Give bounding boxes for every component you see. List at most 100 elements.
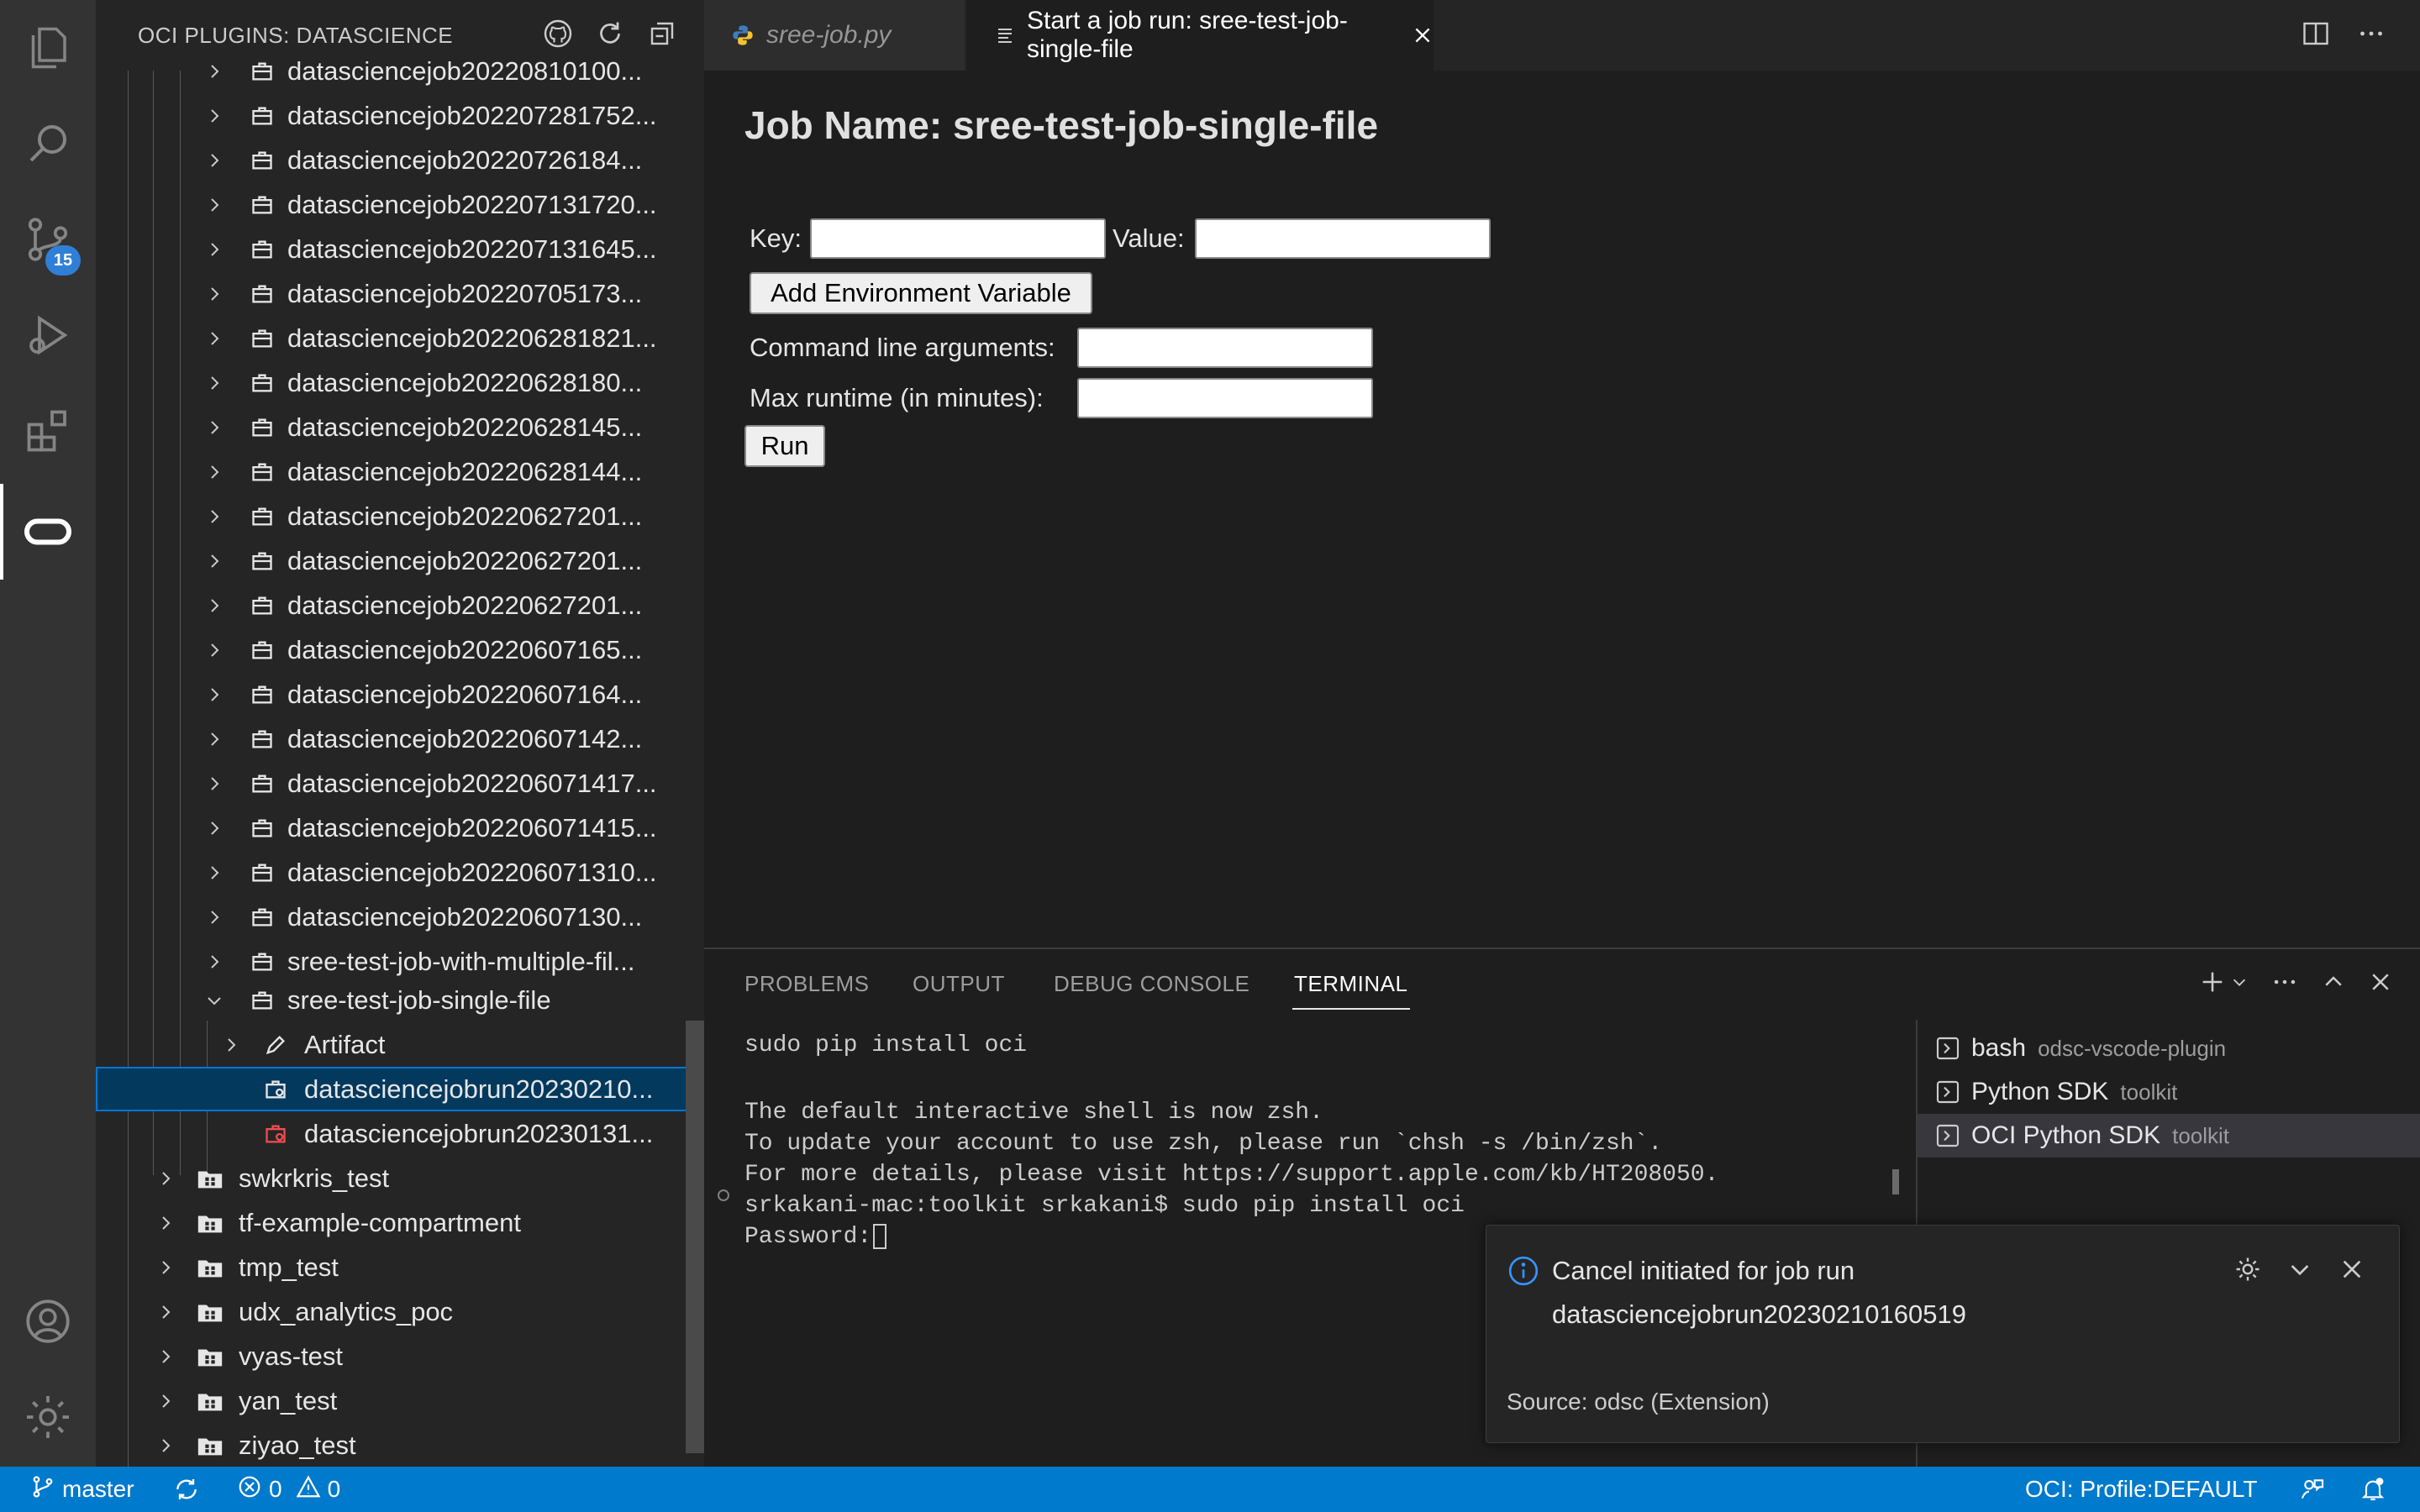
tree-job-expanded[interactable]: sree-test-job-single-file [96, 978, 704, 1022]
tree-job-item[interactable]: datasciencejob20220726184... [96, 138, 704, 182]
tree-job-item[interactable]: datasciencejob20220628145... [96, 405, 704, 449]
tree-artifact[interactable]: Artifact [96, 1022, 704, 1067]
refresh-icon[interactable] [593, 17, 627, 50]
chevron-right-icon [218, 1032, 244, 1058]
more-actions-icon[interactable] [2356, 18, 2386, 53]
oci-profile[interactable]: OCI: Profile:DEFAULT [2025, 1467, 2257, 1512]
tree-job-item[interactable]: datasciencejob20220627201... [96, 583, 704, 627]
close-icon[interactable] [2338, 1256, 2365, 1283]
tree-compartment-item[interactable]: udx_analytics_poc [96, 1289, 704, 1334]
tree-job-item[interactable]: datasciencejob202207131720... [96, 182, 704, 227]
tree-job-item[interactable]: datasciencejob20220628144... [96, 449, 704, 494]
run-button[interactable]: Run [744, 425, 825, 467]
search-icon[interactable] [0, 96, 96, 192]
collapse-all-icon[interactable] [645, 17, 679, 50]
python-icon [731, 24, 756, 47]
tab-start-job-run[interactable]: Start a job run: sree-test-job-single-fi… [966, 0, 1434, 71]
feedback-icon[interactable] [2299, 1467, 2326, 1512]
tree-job-item[interactable]: datasciencejob202206071415... [96, 806, 704, 850]
add-environment-variable-button[interactable]: Add Environment Variable [750, 272, 1092, 314]
tree-label: datasciencejobrun20230131... [304, 1118, 654, 1148]
briefcase-icon [247, 591, 277, 621]
accounts-icon[interactable] [0, 1273, 96, 1369]
tree-job-item[interactable]: datasciencejob202207281752... [96, 93, 704, 138]
chevron-down-icon[interactable] [2286, 1256, 2313, 1283]
chevron-right-icon [153, 1255, 178, 1280]
tab-output[interactable]: OUTPUT [913, 971, 1005, 997]
tree-job-item[interactable]: datasciencejob20220607130... [96, 895, 704, 939]
tree-compartment-item[interactable]: swkrkris_test [96, 1156, 704, 1200]
source-control-icon[interactable] [0, 192, 96, 287]
oci-icon[interactable] [0, 484, 96, 580]
tree-compartment-item[interactable]: yan_test [96, 1378, 704, 1423]
tree-job-item[interactable]: datasciencejob20220810100... [96, 49, 704, 93]
explorer-icon[interactable] [0, 0, 96, 96]
close-panel-icon[interactable] [2368, 969, 2393, 999]
max-runtime-input[interactable] [1077, 378, 1373, 418]
tree-job-item[interactable]: datasciencejob202206071310... [96, 850, 704, 895]
tree-label: datasciencejob20220726184... [287, 144, 643, 175]
run-debug-icon[interactable] [0, 287, 96, 383]
tree-job-run[interactable]: datasciencejobrun20230210... [96, 1067, 704, 1111]
tree-job-item[interactable]: datasciencejob20220607165... [96, 627, 704, 672]
key-input[interactable] [810, 218, 1106, 259]
tree-job-item[interactable]: datasciencejob202207131645... [96, 227, 704, 271]
tree-job-item[interactable]: datasciencejob202206071417... [96, 761, 704, 806]
tab-problems[interactable]: PROBLEMS [744, 971, 870, 997]
terminal-item-bash[interactable]: bash odsc-vscode-plugin [1918, 1026, 2420, 1070]
chevron-right-icon [202, 905, 227, 930]
terminal-scrollbar[interactable] [1892, 1169, 1899, 1194]
tab-sree-job-py[interactable]: sree-job.py [704, 0, 965, 71]
terminal-item-oci-python-sdk[interactable]: OCI Python SDK toolkit [1918, 1114, 2420, 1158]
problems-indicator[interactable]: 0 0 [237, 1467, 340, 1512]
split-editor-icon[interactable] [2301, 18, 2331, 53]
tree-job-item[interactable]: datasciencejob20220607164... [96, 672, 704, 717]
tree-job-item[interactable]: datasciencejob20220628180... [96, 360, 704, 405]
tree-label: yan_test [239, 1385, 338, 1415]
tree-job-item[interactable]: datasciencejob20220627201... [96, 538, 704, 583]
chevron-down-icon[interactable] [2230, 973, 2249, 995]
tree-job-item[interactable]: datasciencejob20220627201... [96, 494, 704, 538]
tree-label: datasciencejob202207131720... [287, 189, 657, 219]
notification-source: Source: odsc (Extension) [1507, 1389, 1770, 1415]
value-input[interactable] [1195, 218, 1491, 259]
briefcase-icon [247, 724, 277, 754]
terminal-line: srkakani-mac:toolkit srkakani$ sudo pip … [744, 1193, 1465, 1219]
notifications-bell-icon[interactable] [2360, 1467, 2386, 1512]
briefcase-icon [247, 546, 277, 576]
settings-gear-icon[interactable] [0, 1369, 96, 1465]
command-line-arguments-input[interactable] [1077, 328, 1373, 368]
tree-job-item[interactable]: sree-test-job-with-multiple-fil... [96, 939, 704, 984]
sync-icon[interactable] [173, 1467, 200, 1512]
chevron-right-icon [153, 1299, 178, 1325]
tree-job-run[interactable]: datasciencejobrun20230131... [96, 1111, 704, 1156]
extensions-icon[interactable] [0, 383, 96, 479]
chevron-right-icon [153, 1433, 178, 1458]
compartment-folder-icon [195, 1163, 225, 1194]
terminal-output[interactable]: sudo pip install oci The default interact… [744, 1030, 1718, 1252]
more-actions-icon[interactable] [2270, 968, 2299, 1000]
maximize-panel-icon[interactable] [2321, 969, 2346, 999]
github-icon[interactable] [541, 17, 575, 50]
compartment-folder-icon [195, 1252, 225, 1283]
tab-terminal[interactable]: TERMINAL [1294, 971, 1407, 997]
terminal-item-python-sdk[interactable]: Python SDK toolkit [1918, 1070, 2420, 1114]
tree-compartment-item[interactable]: tf-example-compartment [96, 1200, 704, 1245]
tree-compartment-item[interactable]: ziyao_test [96, 1423, 704, 1467]
tree-job-item[interactable]: datasciencejob20220705173... [96, 271, 704, 316]
job-run-icon [260, 1074, 291, 1105]
gear-icon[interactable] [2233, 1254, 2263, 1284]
branch-indicator[interactable]: master [30, 1467, 134, 1512]
briefcase-icon [247, 680, 277, 710]
job-run-failed-icon [260, 1119, 291, 1149]
close-icon[interactable] [1412, 24, 1434, 46]
tree-job-item[interactable]: datasciencejob20220607142... [96, 717, 704, 761]
tree-compartment-item[interactable]: tmp_test [96, 1245, 704, 1289]
new-terminal-icon[interactable] [2198, 968, 2227, 1000]
sidebar-scrollbar[interactable] [686, 1021, 704, 1453]
tab-debug-console[interactable]: DEBUG CONSOLE [1054, 971, 1249, 997]
terminal-line: To update your account to use zsh, pleas… [744, 1131, 1663, 1157]
tree-compartment-item[interactable]: vyas-test [96, 1334, 704, 1378]
tree-job-item[interactable]: datasciencejob202206281821... [96, 316, 704, 360]
